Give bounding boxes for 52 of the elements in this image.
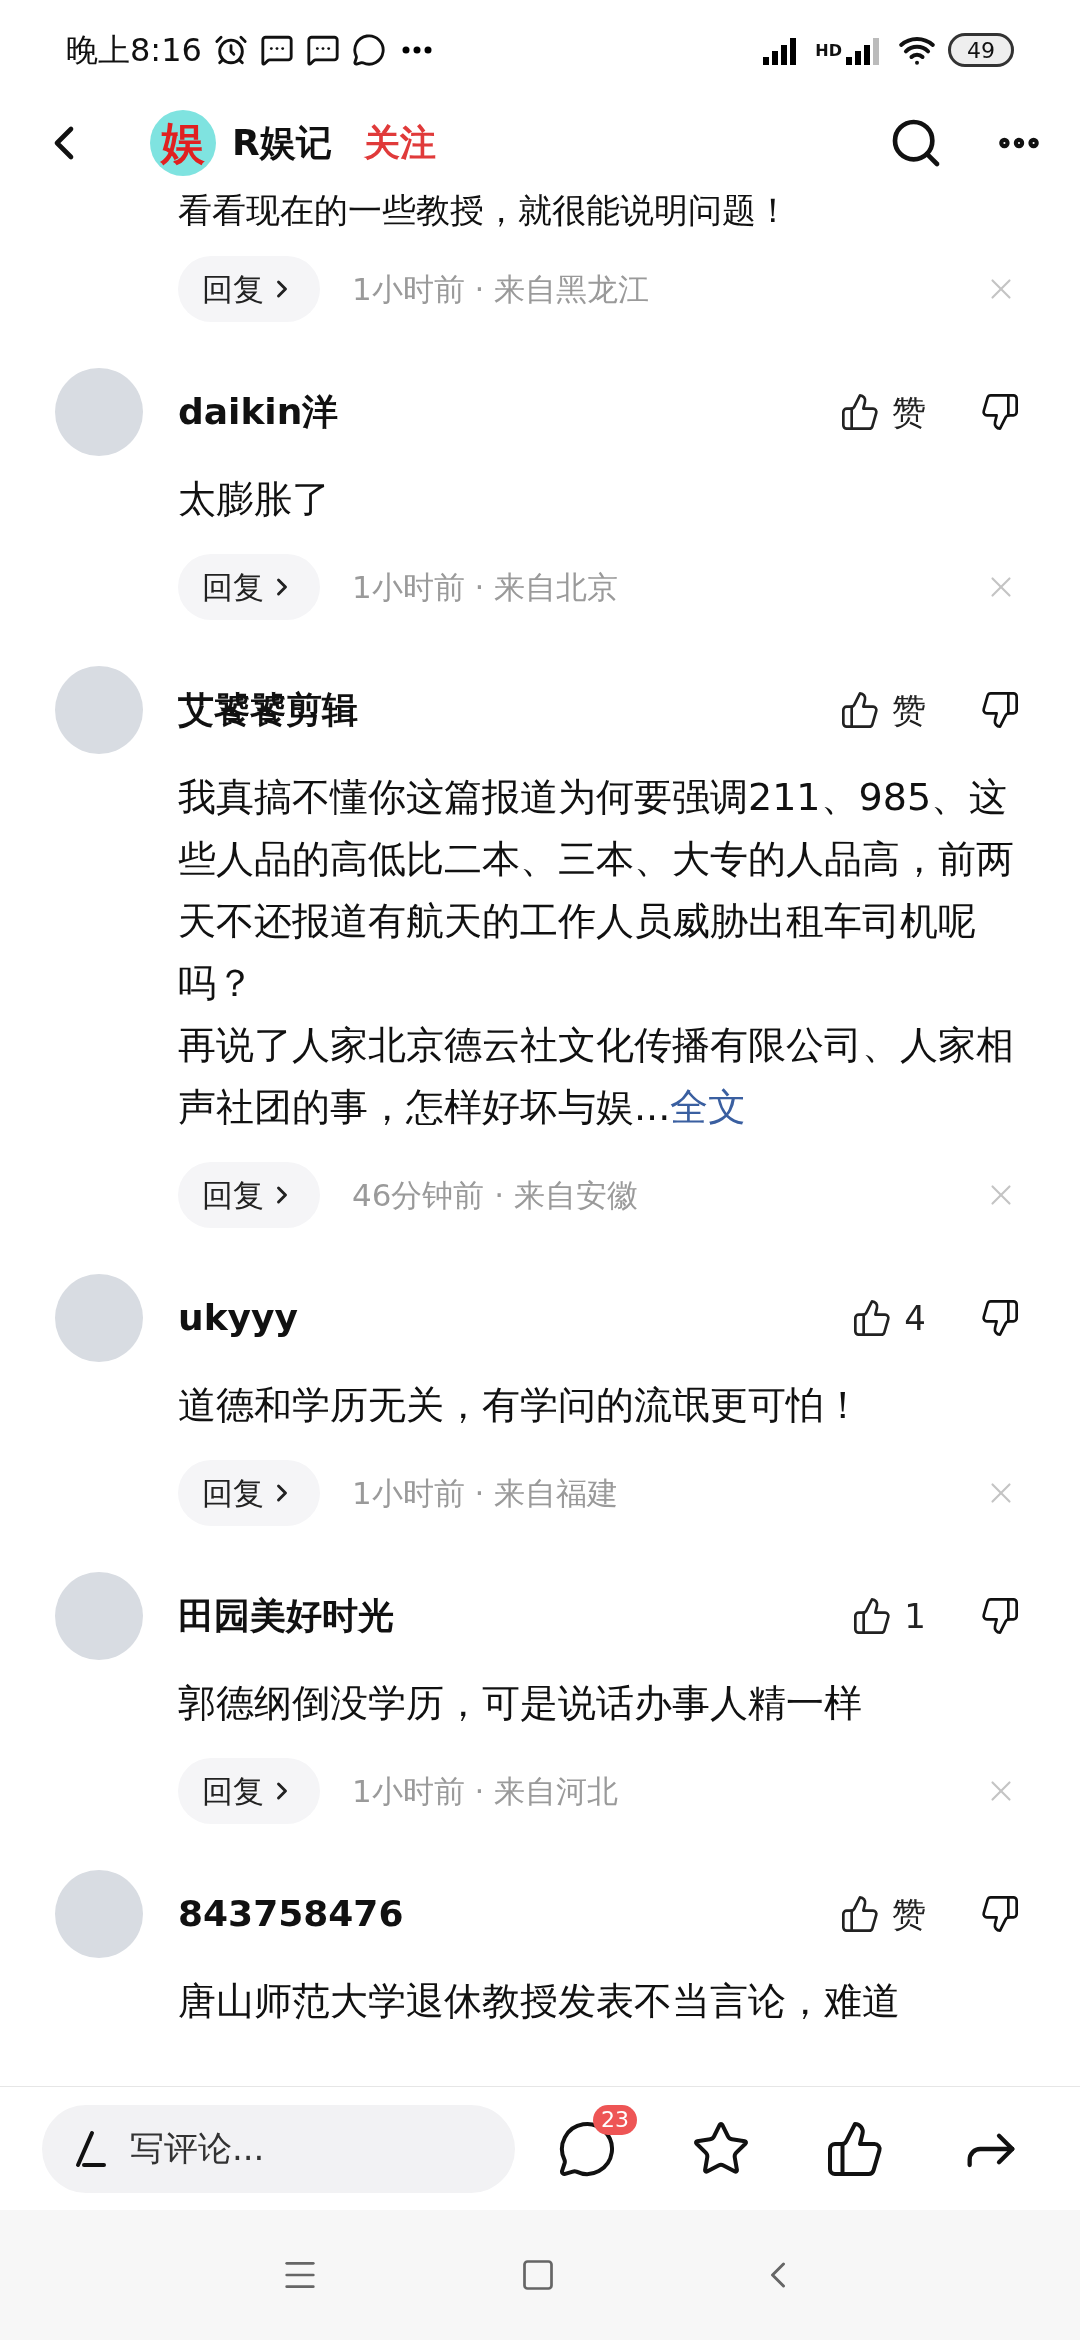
like-button[interactable]: 赞 xyxy=(840,684,926,736)
comment-text: 再说了人家北京德云社文化传播有限公司、人家相声社团的事，怎样好坏与娱...全文 xyxy=(178,1022,1015,1131)
reply-button[interactable]: 回复 xyxy=(178,1162,320,1228)
comment-text: 唐山师范大学退休教授发表不当言论，难道 xyxy=(178,1978,901,2025)
full-text-link[interactable]: 全文 xyxy=(670,1085,747,1129)
dislike-icon[interactable] xyxy=(980,392,1020,432)
like-button[interactable]: 1 xyxy=(852,1590,926,1642)
comment-text: 看看现在的一些教授，就很能说明问题！ xyxy=(178,189,791,232)
comment-text: 太膨胀了 xyxy=(178,476,331,523)
like-button[interactable]: 4 xyxy=(852,1292,926,1344)
network-label: HD xyxy=(815,40,842,62)
channel-logo: 娱 xyxy=(150,110,216,176)
comment-meta: 46分钟前 · 来自安徽 xyxy=(352,1175,638,1215)
dislike-icon[interactable] xyxy=(980,690,1020,730)
comment-count-badge: 23 xyxy=(593,2104,637,2135)
comment-meta: 1小时前 · 来自河北 xyxy=(352,1771,619,1811)
channel-name: R娱记 xyxy=(232,121,332,165)
more-icon xyxy=(401,46,432,54)
user-name[interactable]: 田园美好时光 xyxy=(178,1589,394,1643)
comment-text: 郭德纲倒没学历，可是说话办事人精一样 xyxy=(178,1680,863,1727)
alarm-icon xyxy=(213,33,248,67)
dislike-icon[interactable] xyxy=(980,1298,1020,1338)
dislike-icon[interactable] xyxy=(980,1596,1020,1636)
follow-button[interactable]: 关注 xyxy=(363,116,436,170)
battery-indicator: 49 xyxy=(948,33,1014,67)
comment-text: 道德和学历无关，有学问的流氓更可怕！ xyxy=(178,1382,863,1429)
reply-button[interactable]: 回复 xyxy=(178,256,320,322)
comment-input-field[interactable]: 写评论... xyxy=(42,2104,515,2193)
like-button[interactable]: 赞 xyxy=(840,1888,926,1940)
home-icon[interactable] xyxy=(520,2257,556,2293)
thumbs-up-icon xyxy=(852,1298,893,1338)
thumbs-up-icon xyxy=(840,1894,880,1934)
dislike-icon[interactable] xyxy=(980,1894,1020,1934)
message-icon xyxy=(259,33,294,67)
comment-text: 我真搞不懂你这篇报道为何要强调211、985、这些人品的高低比二本、三本、大专的人品高，前两天不还报道有航天的工作人员威胁出租车司机呢吗？ xyxy=(178,774,1015,1007)
message-icon xyxy=(305,33,340,67)
reply-button[interactable]: 回复 xyxy=(178,1460,320,1526)
user-name[interactable]: ukyyy xyxy=(178,1291,298,1345)
like-button[interactable]: 赞 xyxy=(840,386,926,438)
thumbs-up-icon xyxy=(852,1596,893,1636)
comment-meta: 1小时前 · 来自福建 xyxy=(352,1473,619,1513)
user-name[interactable]: 艾饕饕剪辑 xyxy=(178,683,358,737)
user-name[interactable]: 843758476 xyxy=(178,1887,404,1941)
comment-meta: 1小时前 · 来自北京 xyxy=(352,567,619,607)
chat-icon xyxy=(351,33,386,67)
thumbs-up-icon xyxy=(840,392,880,432)
status-time: 晚上8:16 xyxy=(66,30,202,71)
user-name[interactable]: daikin洋 xyxy=(178,385,339,439)
thumbs-up-icon xyxy=(840,690,880,730)
comment-meta: 1小时前 · 来自黑龙江 xyxy=(352,269,650,309)
reply-button[interactable]: 回复 xyxy=(178,554,320,620)
reply-button[interactable]: 回复 xyxy=(178,1758,320,1824)
